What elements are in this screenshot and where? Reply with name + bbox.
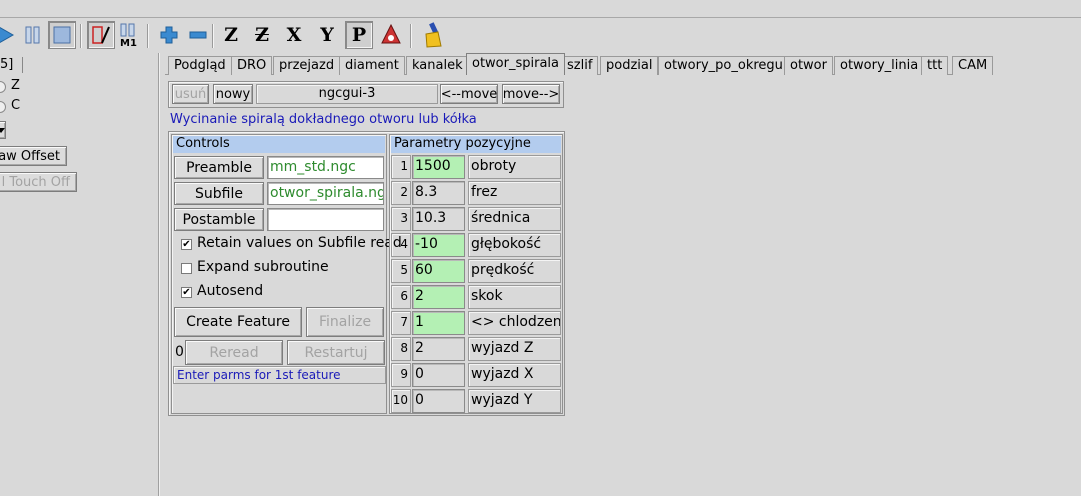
controls-header: Controls <box>173 136 385 153</box>
param-value-obroty[interactable]: 1500 <box>412 155 465 179</box>
svg-text:M1: M1 <box>120 38 137 48</box>
view-x-icon[interactable]: X <box>280 21 308 49</box>
feature-counter: 0 <box>175 344 184 360</box>
param-number: 5 <box>391 259 411 283</box>
tab-otwor[interactable]: otwor <box>784 56 833 75</box>
toolbar: M1 Z Z X Y P <box>0 18 1081 53</box>
params-panel: Parametry pozycyjne 1 1500 obroty 2 8.3 … <box>389 134 563 414</box>
postamble-field[interactable] <box>267 208 384 231</box>
tab-diament[interactable]: diament <box>339 56 405 75</box>
optional-stop-icon[interactable]: M1 <box>115 21 143 49</box>
param-value-glebokosc[interactable]: -10 <box>412 233 465 257</box>
tab-podzial[interactable]: podzial <box>600 56 659 75</box>
param-value-skok[interactable]: 2 <box>412 285 465 309</box>
tab-otwory-po-okregu[interactable]: otwory_po_okregu <box>658 56 789 75</box>
preamble-field[interactable]: mm_std.ngc <box>267 156 384 179</box>
param-number: 4 <box>391 233 411 257</box>
param-number: 8 <box>391 337 411 361</box>
page-name: ngcgui-3 <box>256 84 438 104</box>
stop-icon[interactable] <box>48 21 76 49</box>
tab-dro[interactable]: DRO <box>231 56 273 75</box>
controls-panel: Controls Preamble mm_std.ngc Subfile otw… <box>171 134 402 414</box>
status-message: Enter parms for 1st feature <box>173 366 386 384</box>
move-left-button[interactable]: <--move <box>440 84 498 104</box>
view-y-icon[interactable]: Y <box>313 21 341 49</box>
radio-z[interactable] <box>0 81 6 93</box>
feature-description: Wycinanie spiralą dokładnego otworu lub … <box>170 112 477 127</box>
param-number: 6 <box>391 285 411 309</box>
param-number: 1 <box>391 155 411 179</box>
tab-otwor-spirala[interactable]: otwor_spirala <box>466 53 566 75</box>
draw-offset-button[interactable]: aw Offset <box>0 146 67 166</box>
view-p-icon[interactable]: P <box>345 21 373 49</box>
left-panel-header: 5] <box>0 57 14 72</box>
param-label: <> chlodzenie <box>468 311 561 335</box>
dropdown-button[interactable] <box>0 121 6 139</box>
tab-kanalek[interactable]: kanalek <box>406 56 469 75</box>
param-value-chlodzenie[interactable]: 1 <box>412 311 465 335</box>
tab-otwory-linia[interactable]: otwory_linia <box>834 56 925 75</box>
play-icon[interactable] <box>0 21 20 49</box>
param-label: wyjazd X <box>468 363 561 387</box>
param-value-wyjazd-z[interactable]: 2 <box>412 337 465 361</box>
params-header: Parametry pozycyjne <box>391 136 561 153</box>
tab-cam[interactable]: CAM <box>952 56 994 75</box>
param-number: 2 <box>391 181 411 205</box>
create-feature-button[interactable]: Create Feature <box>174 307 302 337</box>
left-panel: 5] Z C aw Offset l Touch Off <box>0 53 158 496</box>
radio-z-label: Z <box>11 78 20 93</box>
autosend-checkbox[interactable]: ✔ <box>181 287 192 298</box>
preamble-button[interactable]: Preamble <box>174 156 264 179</box>
tab-podglad[interactable]: Podgląd <box>168 56 232 75</box>
page-bar: usuń nowy ngcgui-3 <--move move--> <box>168 81 564 108</box>
tab-ttt[interactable]: ttt <box>921 56 949 75</box>
param-value-wyjazd-y[interactable]: 0 <box>412 389 465 413</box>
autosend-label: Autosend <box>197 283 264 299</box>
param-label: prędkość <box>468 259 561 283</box>
touch-off-button[interactable]: l Touch Off <box>0 172 77 192</box>
rotate-icon[interactable] <box>377 21 405 49</box>
zoom-in-icon[interactable] <box>155 21 183 49</box>
tab-szlif[interactable]: szlif <box>561 56 599 75</box>
param-value-frez[interactable]: 8.3 <box>412 181 465 205</box>
zoom-out-icon[interactable] <box>184 21 212 49</box>
radio-c[interactable] <box>0 101 6 113</box>
param-number: 9 <box>391 363 411 387</box>
expand-checkbox[interactable] <box>181 263 192 274</box>
param-label: wyjazd Z <box>468 337 561 361</box>
retain-checkbox[interactable]: ✔ <box>181 239 192 250</box>
subfile-field[interactable]: otwor_spirala.ngc <box>267 182 384 205</box>
param-label: obroty <box>468 155 561 179</box>
param-number: 7 <box>391 311 411 335</box>
retain-label: Retain values on Subfile read <box>197 235 402 251</box>
subfile-button[interactable]: Subfile <box>174 182 264 205</box>
param-value-predkosc[interactable]: 60 <box>412 259 465 283</box>
finalize-button[interactable]: Finalize <box>306 307 384 337</box>
postamble-button[interactable]: Postamble <box>174 208 264 231</box>
radio-c-label: C <box>11 98 21 113</box>
param-label: wyjazd Y <box>468 389 561 413</box>
clear-plot-icon[interactable] <box>419 21 447 49</box>
new-page-button[interactable]: nowy <box>213 84 253 104</box>
param-value-wyjazd-x[interactable]: 0 <box>412 363 465 387</box>
param-number: 3 <box>391 207 411 231</box>
tab-przejazd[interactable]: przejazd <box>273 56 341 75</box>
reread-button[interactable]: Reread <box>185 340 283 365</box>
param-value-srednica[interactable]: 10.3 <box>412 207 465 231</box>
param-label: średnica <box>468 207 561 231</box>
block-delete-icon[interactable] <box>87 21 115 49</box>
param-label: głębokość <box>468 233 561 257</box>
remove-page-button[interactable]: usuń <box>172 84 209 104</box>
move-right-button[interactable]: move--> <box>502 84 560 104</box>
view-z2-icon[interactable]: Z <box>248 21 276 49</box>
main-frame: Controls Preamble mm_std.ngc Subfile otw… <box>168 131 565 416</box>
param-label: skok <box>468 285 561 309</box>
param-number: 10 <box>391 389 411 413</box>
view-z-icon[interactable]: Z <box>217 21 245 49</box>
restart-button[interactable]: Restartuj <box>287 340 385 365</box>
param-label: frez <box>468 181 561 205</box>
expand-label: Expand subroutine <box>197 259 329 275</box>
pause-icon[interactable] <box>19 21 47 49</box>
